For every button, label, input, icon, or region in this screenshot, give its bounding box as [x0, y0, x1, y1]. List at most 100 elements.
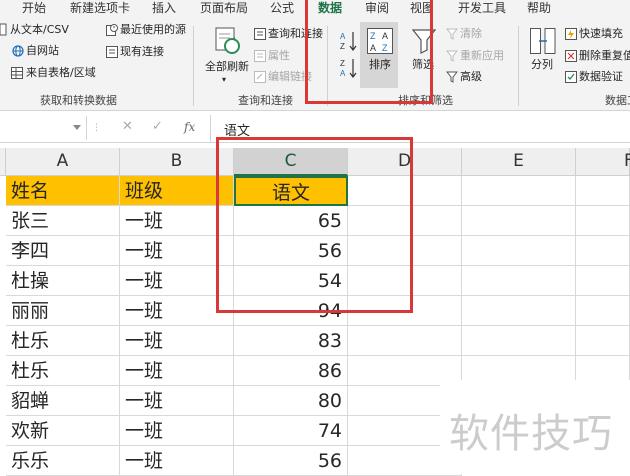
- name-cell[interactable]: 杜乐: [6, 326, 120, 356]
- insert-function-icon[interactable]: fx: [184, 120, 195, 134]
- empty-cell[interactable]: [462, 236, 576, 266]
- refresh-all-dropdown[interactable]: ▾: [222, 73, 226, 87]
- reapply-button[interactable]: 重新应用: [460, 49, 504, 63]
- column-header-f[interactable]: F: [576, 148, 630, 176]
- score-cell[interactable]: 94: [234, 296, 348, 326]
- empty-cell[interactable]: [348, 266, 462, 296]
- edit-links-button[interactable]: 编辑链接: [268, 70, 312, 84]
- name-cell[interactable]: 杜乐: [6, 356, 120, 386]
- empty-cell[interactable]: [576, 326, 630, 356]
- name-cell[interactable]: 张三: [6, 206, 120, 236]
- svg-text:A: A: [340, 69, 346, 78]
- chevron-down-icon[interactable]: [73, 125, 81, 131]
- score-cell[interactable]: 65: [234, 206, 348, 236]
- empty-cell[interactable]: [576, 176, 630, 206]
- tab-view[interactable]: 视图: [410, 0, 434, 20]
- name-cell[interactable]: 貂蝉: [6, 386, 120, 416]
- refresh-all-button[interactable]: 全部刷新: [205, 60, 249, 74]
- empty-cell[interactable]: [462, 176, 576, 206]
- name-cell[interactable]: 李四: [6, 236, 120, 266]
- score-cell[interactable]: 56: [234, 236, 348, 266]
- class-cell[interactable]: 一班: [120, 386, 234, 416]
- group-divider: [327, 26, 328, 106]
- edit-links-icon: [254, 71, 266, 83]
- tab-formulas[interactable]: 公式: [270, 0, 294, 20]
- formula-input[interactable]: 语文: [224, 120, 250, 139]
- score-cell[interactable]: 86: [234, 356, 348, 386]
- queries-connections-button[interactable]: 查询和连接: [268, 27, 323, 41]
- from-text-csv-button[interactable]: 从文本/CSV: [10, 23, 69, 37]
- tab-insert[interactable]: 插入: [152, 0, 176, 20]
- empty-cell[interactable]: [462, 296, 576, 326]
- filter-button[interactable]: 筛选: [412, 58, 434, 72]
- score-cell[interactable]: 56: [234, 446, 348, 476]
- name-cell[interactable]: 乐乐: [6, 446, 120, 476]
- ribbon: 从文本/CSV 自网站 来自表格/区域 最近使用的源 现有连接 获取和转换数据 …: [0, 20, 630, 111]
- sort-button[interactable]: 排序: [369, 58, 391, 72]
- tab-review[interactable]: 审阅: [365, 0, 389, 20]
- text-to-columns-button[interactable]: 分列: [531, 58, 553, 72]
- column-header-e[interactable]: E: [462, 148, 576, 176]
- more-options-icon: ⋮: [92, 123, 101, 133]
- name-cell[interactable]: 欢新: [6, 416, 120, 446]
- class-cell[interactable]: 一班: [120, 296, 234, 326]
- class-cell[interactable]: 一班: [120, 356, 234, 386]
- sort-ascending-icon: A Z: [340, 32, 357, 51]
- class-cell[interactable]: 一班: [120, 206, 234, 236]
- existing-connections-button[interactable]: 现有连接: [120, 45, 164, 59]
- confirm-icon[interactable]: ✓: [152, 120, 163, 134]
- from-web-button[interactable]: 自网站: [26, 44, 59, 58]
- column-header-c[interactable]: C: [234, 148, 348, 176]
- tab-data[interactable]: 数据: [318, 0, 342, 20]
- text-to-columns-icon: [530, 28, 556, 54]
- score-cell[interactable]: 54: [234, 266, 348, 296]
- class-cell[interactable]: 一班: [120, 446, 234, 476]
- sort-descending-icon: Z A: [340, 59, 357, 78]
- header-cell-class[interactable]: 班级: [120, 176, 234, 206]
- tab-developer[interactable]: 开发工具: [458, 0, 506, 20]
- empty-cell[interactable]: [576, 206, 630, 236]
- column-header-a[interactable]: A: [6, 148, 120, 176]
- cancel-icon[interactable]: ✕: [122, 120, 133, 134]
- empty-cell[interactable]: [348, 296, 462, 326]
- class-cell[interactable]: 一班: [120, 236, 234, 266]
- class-cell[interactable]: 一班: [120, 266, 234, 296]
- properties-button[interactable]: 属性: [268, 49, 290, 63]
- empty-cell[interactable]: [348, 176, 462, 206]
- name-box[interactable]: [0, 116, 87, 140]
- empty-cell[interactable]: [462, 326, 576, 356]
- column-header-d[interactable]: D: [348, 148, 462, 176]
- group-divider: [193, 26, 194, 106]
- empty-cell[interactable]: [576, 296, 630, 326]
- score-cell[interactable]: 74: [234, 416, 348, 446]
- tab-home[interactable]: 开始: [22, 0, 46, 20]
- name-cell[interactable]: 丽丽: [6, 296, 120, 326]
- header-cell-name[interactable]: 姓名: [6, 176, 120, 206]
- class-cell[interactable]: 一班: [120, 326, 234, 356]
- column-header-b[interactable]: B: [120, 148, 234, 176]
- empty-cell[interactable]: [576, 266, 630, 296]
- empty-cell[interactable]: [348, 206, 462, 236]
- score-cell[interactable]: 83: [234, 326, 348, 356]
- tab-help[interactable]: 帮助: [527, 0, 551, 20]
- clear-filter-icon: [446, 28, 458, 40]
- recent-sources-button[interactable]: 最近使用的源: [120, 23, 186, 37]
- empty-cell[interactable]: [462, 206, 576, 236]
- clear-button[interactable]: 清除: [460, 27, 482, 41]
- tab-new-tab[interactable]: 新建选项卡: [70, 0, 130, 20]
- from-table-range-button[interactable]: 来自表格/区域: [26, 66, 96, 80]
- name-cell[interactable]: 杜操: [6, 266, 120, 296]
- flash-fill-button[interactable]: 快速填充: [579, 27, 623, 41]
- refresh-all-icon: [215, 27, 240, 54]
- header-cell-chinese[interactable]: 语文: [234, 176, 348, 206]
- remove-duplicates-button[interactable]: 删除重复值: [579, 49, 630, 63]
- class-cell[interactable]: 一班: [120, 416, 234, 446]
- data-validation-button[interactable]: 数据验证: [579, 70, 623, 84]
- tab-page-layout[interactable]: 页面布局: [200, 0, 248, 20]
- empty-cell[interactable]: [576, 236, 630, 266]
- advanced-button[interactable]: 高级: [460, 70, 482, 84]
- score-cell[interactable]: 80: [234, 386, 348, 416]
- empty-cell[interactable]: [348, 326, 462, 356]
- empty-cell[interactable]: [462, 266, 576, 296]
- empty-cell[interactable]: [348, 236, 462, 266]
